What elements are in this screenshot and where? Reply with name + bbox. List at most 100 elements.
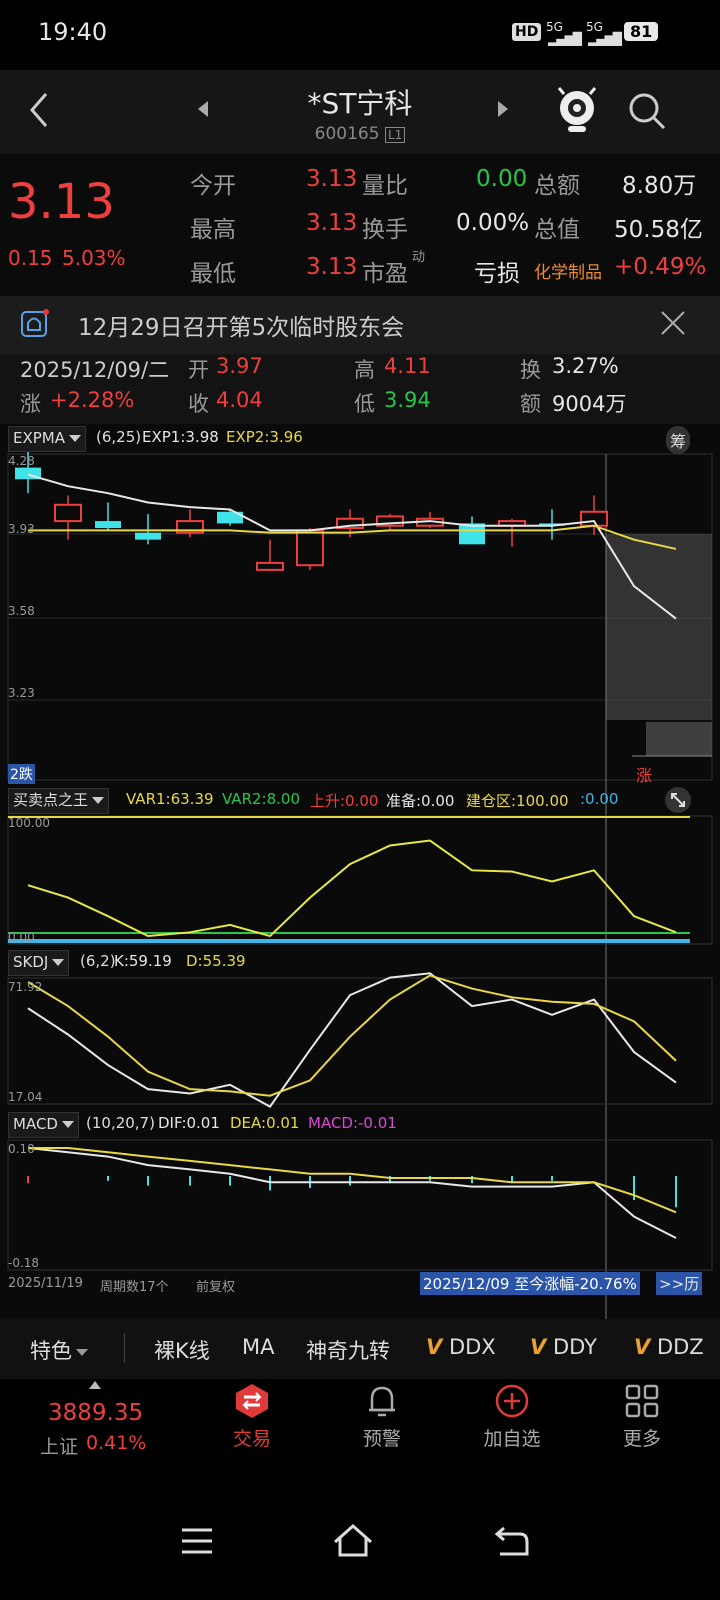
candles-group xyxy=(15,451,608,571)
chevron-down-icon xyxy=(61,1121,74,1128)
build-value: 建仓区:100.00 xyxy=(466,792,569,810)
day-high-label: 高 xyxy=(354,358,375,382)
nav-add-watchlist[interactable]: 加自选 xyxy=(472,1382,552,1451)
skdj-k-line xyxy=(27,972,677,1108)
industry-change: +0.49% xyxy=(614,254,707,280)
current-price: 3.13 xyxy=(8,174,115,230)
range-change[interactable]: 2025/12/09 至今涨幅-20.76% xyxy=(420,1272,640,1295)
var1-line xyxy=(27,839,677,938)
up-value: 上升:0.00 xyxy=(310,792,379,810)
candle-body xyxy=(296,529,324,567)
kline-y-label-2: 3.93 xyxy=(8,522,35,536)
bell-icon xyxy=(21,309,49,337)
menu-icon[interactable] xyxy=(180,1526,214,1556)
macd-value: MACD:-0.01 xyxy=(308,1114,397,1132)
indicator-select-bmd[interactable]: 买卖点之王 xyxy=(8,788,110,814)
industry-link[interactable]: 化学制品 xyxy=(534,258,602,283)
period-count: 周期数17个 xyxy=(100,1280,169,1295)
chevron-down-icon xyxy=(69,435,82,442)
indicator-toolbar: 特色 裸K线 MA 神奇九转 V DDX V DDY V DDZ xyxy=(0,1319,720,1379)
price-change-pct: 5.03% xyxy=(62,246,126,270)
high-value: 3.13 xyxy=(306,210,358,236)
feature-dropdown[interactable]: 特色 xyxy=(30,1335,88,1365)
signal-bars-icon-2: ▂▄▆█ xyxy=(588,32,622,46)
expma-params: (6,25) xyxy=(96,428,142,446)
skdj-params: (6,2) xyxy=(80,952,116,970)
nav-trade[interactable]: 交易 xyxy=(212,1382,292,1451)
price-change: 0.15 xyxy=(8,246,53,270)
low-value: 3.13 xyxy=(306,254,358,280)
day-amt: 9004万 xyxy=(552,392,627,416)
level-badge: L1 xyxy=(384,127,406,143)
expma-name: EXPMA xyxy=(13,429,66,447)
next-stock-icon[interactable] xyxy=(496,100,510,118)
indicator-select-expma[interactable]: EXPMA xyxy=(8,426,87,452)
amount-value: 8.80万 xyxy=(622,173,697,199)
battery-icon: 81 xyxy=(624,22,659,41)
var1-value: VAR1:63.39 xyxy=(126,790,214,808)
open-value: 3.13 xyxy=(306,166,358,192)
chip-button[interactable]: 筹 xyxy=(666,426,691,454)
exp1-line xyxy=(27,473,677,620)
toolbar-item-ddy[interactable]: V DDY xyxy=(530,1335,597,1359)
notice-bar[interactable]: 12月29日召开第5次临时股东会 xyxy=(0,296,720,354)
toolbar-item-ddz[interactable]: V DDZ xyxy=(634,1335,704,1359)
nav-more-label: 更多 xyxy=(622,1428,661,1450)
home-icon[interactable] xyxy=(332,1522,374,1558)
index-name: 上证 xyxy=(40,1436,79,1458)
candle-body xyxy=(95,521,121,529)
kline-y-label-4: 3.23 xyxy=(8,686,35,700)
skdj-k-value: K:59.19 xyxy=(114,952,172,970)
search-icon[interactable] xyxy=(626,90,668,132)
nav-alert[interactable]: 预警 xyxy=(342,1382,422,1451)
pe-dynamic-sup: 动 xyxy=(412,250,426,265)
nav-trade-label: 交易 xyxy=(232,1428,271,1450)
history-link[interactable]: >>历 xyxy=(656,1272,703,1295)
back-nav-icon[interactable] xyxy=(494,1522,530,1558)
robot-assistant-icon[interactable] xyxy=(556,86,598,136)
open-label: 今开 xyxy=(190,173,236,199)
day-close: 4.04 xyxy=(216,388,263,412)
indicator-select-macd[interactable]: MACD xyxy=(8,1112,79,1138)
market-cap-value: 50.58亿 xyxy=(614,217,703,243)
toolbar-item-ddx[interactable]: V DDX xyxy=(426,1335,496,1359)
high-label: 最高 xyxy=(190,217,236,243)
indicator-select-skdj[interactable]: SKDJ xyxy=(8,950,70,976)
volume-ratio-value: 0.00 xyxy=(476,166,528,192)
pe-label: 市盈 xyxy=(362,261,408,287)
var2-value: VAR2:8.00 xyxy=(222,790,300,808)
chart-area[interactable]: EXPMA (6,25) EXP1:3.98 EXP2:3.96 筹 4.28 … xyxy=(0,424,720,1319)
grid-icon xyxy=(625,1384,659,1418)
status-bar: 19:40 HD 5G ▂▄▆█ 5G ▂▄▆█ 81 xyxy=(0,0,720,70)
kline-y-label-1: 4.28 xyxy=(8,454,35,468)
bmd-y-label-2: 0.00 xyxy=(8,930,35,944)
nav-more[interactable]: 更多 xyxy=(602,1382,682,1451)
expand-icon[interactable] xyxy=(664,786,692,814)
macd-bars-group xyxy=(27,1176,677,1208)
nav-alert-label: 预警 xyxy=(362,1428,401,1450)
chart-canvas[interactable] xyxy=(0,424,720,1319)
exp1-value: EXP1:3.98 xyxy=(142,428,219,446)
index-value[interactable]: 3889.35 xyxy=(48,1400,143,1426)
toolbar-item-nine-turn[interactable]: 神奇九转 xyxy=(306,1335,390,1365)
bottom-nav: 3889.35 上证 0.41% 交易 预警 加自选 更多 xyxy=(0,1381,720,1500)
day-date: 2025/12/09/二 xyxy=(20,358,170,382)
day-chg: +2.28% xyxy=(50,388,135,412)
trade-icon xyxy=(236,1384,268,1418)
turnover-label: 换手 xyxy=(362,217,408,243)
day-low-label: 低 xyxy=(354,392,375,416)
adjust-mode[interactable]: 前复权 xyxy=(196,1276,235,1295)
caret-up-icon xyxy=(89,1381,101,1389)
chip-distribution-shade xyxy=(606,534,712,720)
stock-header: *ST宁科 600165 L1 xyxy=(0,70,720,154)
market-cap-label: 总值 xyxy=(534,217,580,243)
quote-panel: 3.13 0.15 5.03% 今开 3.13 量比 0.00 总额 8.80万… xyxy=(0,154,720,296)
rise-tag: 涨 xyxy=(636,766,653,785)
toolbar-item-naked-k[interactable]: 裸K线 xyxy=(154,1335,210,1365)
macd-y-label-2: -0.18 xyxy=(8,1256,40,1270)
system-nav-bar xyxy=(0,1500,720,1600)
candle-body xyxy=(256,561,284,571)
toolbar-item-ma[interactable]: MA xyxy=(242,1335,274,1359)
skdj-d-value: D:55.39 xyxy=(186,952,246,970)
close-icon[interactable] xyxy=(660,310,686,336)
